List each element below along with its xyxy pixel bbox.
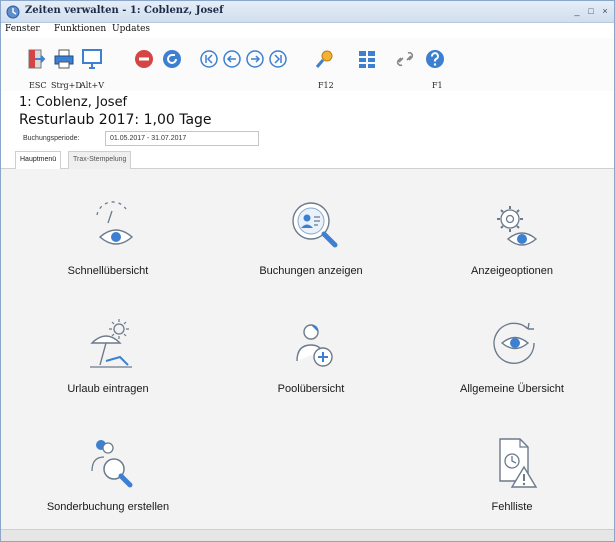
first-record-button[interactable]: [198, 48, 220, 70]
window-title: Zeiten verwalten - 1: Coblenz, Josef: [25, 5, 224, 16]
stop-icon: [135, 50, 153, 68]
next-icon: [246, 50, 264, 68]
last-icon: [269, 50, 287, 68]
close-button[interactable]: ×: [600, 6, 610, 17]
exit-button[interactable]: [25, 48, 47, 70]
document-warning-icon: [499, 438, 538, 488]
tile-label-schnelluebersicht: Schnellübersicht: [67, 265, 149, 277]
tile-label-allgemeine-uebersicht: Allgemeine Übersicht: [460, 383, 564, 395]
tile-label-fehlliste: Fehlliste: [491, 501, 533, 513]
eye-refresh-icon: [493, 322, 535, 364]
next-record-button[interactable]: [244, 48, 266, 70]
help-shortcut-label: F1: [432, 81, 443, 90]
tile-allgemeine-uebersicht[interactable]: Allgemeine Übersicht: [412, 317, 612, 427]
main-menu-panel: Schnellübersicht Buchungen anzeigen Anze…: [1, 169, 614, 529]
stop-button[interactable]: [133, 48, 155, 70]
minimize-button[interactable]: _: [572, 6, 582, 17]
tile-label-urlaub-eintragen: Urlaub eintragen: [67, 383, 149, 395]
printer-icon: [54, 49, 74, 69]
refresh-button[interactable]: [161, 48, 183, 70]
tab-trax-stempelung[interactable]: Trax-Stempelung: [68, 151, 132, 169]
people-search-icon: [91, 440, 133, 488]
tile-sonderbuchung-erstellen[interactable]: Sonderbuchung erstellen: [8, 435, 208, 542]
tab-bar: Hauptmenü Trax-Stempelung: [1, 151, 614, 170]
remaining-vacation: Resturlaub 2017: 1,00 Tage: [19, 112, 212, 128]
tile-anzeigeoptionen[interactable]: Anzeigeoptionen: [412, 199, 612, 309]
exit-shortcut-label: ESC: [29, 81, 47, 90]
last-record-button[interactable]: [267, 48, 289, 70]
tile-label-pooluebersicht: Poolübersicht: [277, 383, 345, 395]
booking-period-label: Buchungsperiode:: [23, 135, 80, 142]
tile-fehlliste[interactable]: Fehlliste: [412, 435, 612, 542]
search-key-icon: [315, 50, 333, 68]
grid-icon: [359, 51, 375, 68]
tile-urlaub-eintragen[interactable]: Urlaub eintragen: [8, 317, 208, 427]
print-shortcut-label: Strg+D: [51, 81, 82, 90]
toolbar: ESC Strg+D Alt+V F12 F1: [1, 38, 614, 91]
exit-door-icon: [28, 49, 46, 69]
application-window: Zeiten verwalten - 1: Coblenz, Josef _ □…: [0, 0, 615, 542]
beach-vacation-icon: [90, 319, 132, 368]
refresh-icon: [163, 50, 181, 68]
previous-icon: [223, 50, 241, 68]
link-button[interactable]: [394, 48, 416, 70]
preview-button[interactable]: [81, 48, 103, 70]
first-icon: [200, 50, 218, 68]
menu-updates[interactable]: Updates: [112, 24, 150, 34]
tab-hauptmenue[interactable]: Hauptmenü: [15, 151, 62, 170]
help-icon: [426, 50, 444, 68]
employee-info-panel: 1: Coblenz, Josef Resturlaub 2017: 1,00 …: [1, 91, 614, 151]
preview-shortcut-label: Alt+V: [80, 81, 105, 90]
tile-buchungen-anzeigen[interactable]: Buchungen anzeigen: [211, 199, 411, 309]
search-shortcut-label: F12: [318, 81, 334, 90]
booking-search-icon: [292, 202, 338, 248]
status-bar: [1, 529, 614, 541]
menu-funktionen[interactable]: Funktionen: [54, 24, 106, 34]
monitor-icon: [82, 49, 102, 69]
settings-eye-icon: [497, 206, 538, 246]
maximize-button[interactable]: □: [586, 6, 596, 17]
tile-schnelluebersicht[interactable]: Schnellübersicht: [8, 199, 208, 309]
help-button[interactable]: [424, 48, 446, 70]
tile-label-anzeigeoptionen: Anzeigeoptionen: [471, 265, 553, 277]
menu-fenster[interactable]: Fenster: [5, 24, 40, 34]
person-add-icon: [296, 324, 333, 367]
tile-label-sonderbuchung-erstellen: Sonderbuchung erstellen: [46, 501, 170, 513]
clock-eye-icon: [96, 201, 134, 245]
link-icon: [396, 51, 414, 67]
menu-bar: Fenster Funktionen Updates: [1, 23, 614, 38]
print-button[interactable]: [53, 48, 75, 70]
title-bar[interactable]: Zeiten verwalten - 1: Coblenz, Josef _ □…: [1, 1, 614, 23]
previous-record-button[interactable]: [221, 48, 243, 70]
grid-view-button[interactable]: [356, 48, 378, 70]
employee-name: 1: Coblenz, Josef: [19, 95, 128, 110]
app-logo-icon: [6, 5, 20, 19]
booking-period-field[interactable]: 01.05.2017 - 31.07.2017: [105, 131, 259, 146]
tile-pooluebersicht[interactable]: Poolübersicht: [211, 317, 411, 427]
search-button[interactable]: [314, 48, 336, 70]
tile-label-buchungen-anzeigen: Buchungen anzeigen: [259, 265, 363, 277]
